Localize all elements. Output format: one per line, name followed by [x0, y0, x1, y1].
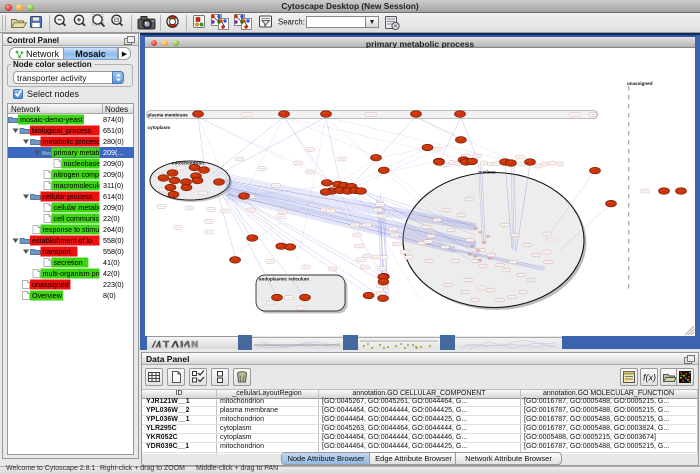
- svg-text:558(0): 558(0): [103, 236, 124, 245]
- svg-text:unassigned: unassigned: [627, 81, 653, 86]
- svg-text:209(0): 209(0): [103, 203, 124, 212]
- svg-text:nitrogen compo: nitrogen compo: [54, 170, 104, 179]
- svg-text:614(0): 614(0): [103, 192, 124, 201]
- svg-text:nucleobase-: nucleobase-: [64, 159, 104, 168]
- svg-text:f(x): f(x): [643, 373, 656, 383]
- svg-text:mosaic-demo-yeast: mosaic-demo-yeast: [20, 115, 83, 124]
- svg-text:multi-organism pro: multi-organism pro: [43, 269, 103, 278]
- svg-text:651(0): 651(0): [103, 126, 124, 135]
- svg-text:cellular metabo: cellular metabo: [54, 203, 103, 212]
- svg-text:response to stimulu: response to stimulu: [43, 225, 105, 234]
- svg-text:cellular process: cellular process: [43, 192, 93, 201]
- svg-text:establishment of lo: establishment of lo: [32, 236, 92, 245]
- svg-text:209(...: 209(...: [103, 148, 123, 157]
- svg-text:cytoplasm: cytoplasm: [148, 125, 171, 130]
- svg-text:Search:: Search:: [278, 17, 305, 26]
- svg-text:biological_process: biological_process: [32, 126, 92, 135]
- svg-text:unassigned: unassigned: [32, 280, 69, 289]
- svg-text:mitochondrion: mitochondrion: [172, 161, 204, 166]
- svg-text:22(0): 22(0): [103, 214, 120, 223]
- svg-text:transport: transport: [43, 247, 71, 256]
- svg-text:264(0): 264(0): [103, 225, 124, 234]
- svg-text:nucleus: nucleus: [478, 170, 496, 175]
- svg-text:metabolic process: metabolic process: [43, 137, 101, 146]
- svg-text:42(0): 42(0): [103, 269, 120, 278]
- svg-text:311(0): 311(0): [103, 181, 123, 190]
- svg-text:209(0): 209(0): [103, 170, 124, 179]
- svg-text:209(0): 209(0): [103, 159, 124, 168]
- svg-text:8(0): 8(0): [103, 291, 116, 300]
- svg-text:cell communicat: cell communicat: [54, 214, 106, 223]
- svg-text:secretion: secretion: [54, 258, 83, 267]
- svg-text:primary metabo: primary metabo: [54, 148, 104, 157]
- svg-text:874(0): 874(0): [103, 115, 124, 124]
- svg-text:Overview: Overview: [32, 291, 63, 300]
- svg-text:macromolecule: macromolecule: [54, 181, 103, 190]
- svg-text:223(0): 223(0): [103, 280, 124, 289]
- svg-text:plasma membrane: plasma membrane: [148, 113, 189, 118]
- svg-text:280(0): 280(0): [103, 137, 124, 146]
- svg-text:41(0): 41(0): [103, 258, 120, 267]
- svg-text:558(0): 558(0): [103, 247, 124, 256]
